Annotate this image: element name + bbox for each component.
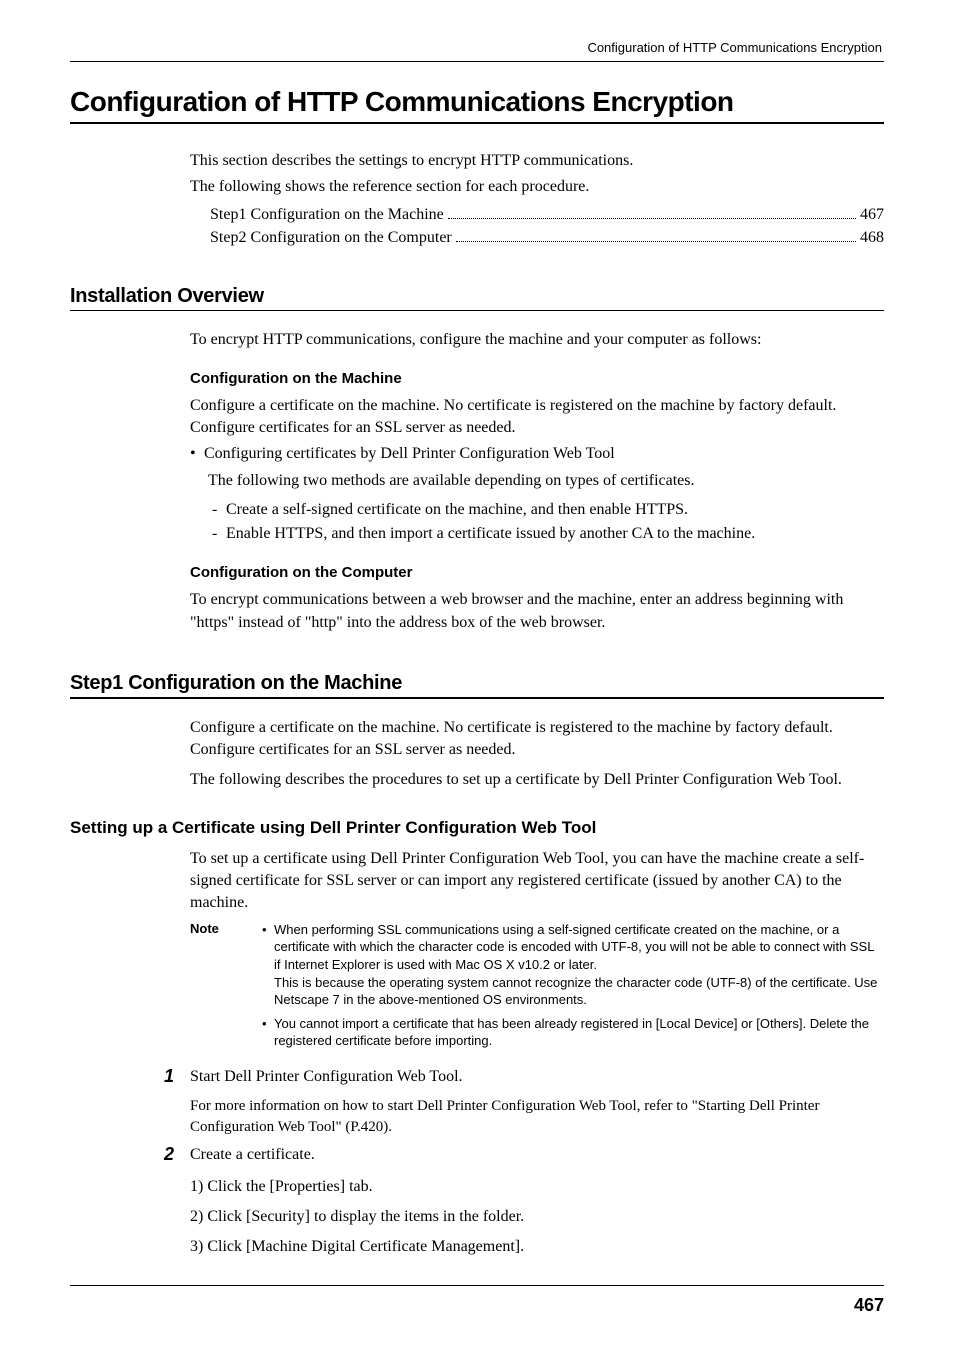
cert-p1: To set up a certificate using Dell Print…: [190, 848, 884, 915]
section-step1: Step1 Configuration on the Machine: [70, 672, 884, 695]
step1-p2: The following describes the procedures t…: [190, 769, 884, 791]
dash-list: Create a self-signed certificate on the …: [212, 498, 884, 546]
toc-leader: [456, 226, 856, 242]
note-body: When performing SSL communications using…: [262, 921, 884, 1056]
page-title: Configuration of HTTP Communications Enc…: [70, 86, 884, 118]
substep: 1) Click the [Properties] tab.: [190, 1174, 884, 1200]
h2-rule: [70, 310, 884, 312]
h1-rule: [70, 122, 884, 124]
toc-entry: Step2 Configuration on the Computer 468: [210, 226, 884, 247]
sub-lead: The following two methods are available …: [208, 470, 884, 492]
section-installation-overview: Installation Overview: [70, 285, 884, 308]
heading-config-computer: Configuration on the Computer: [190, 564, 884, 581]
dash-item: Create a self-signed certificate on the …: [212, 498, 884, 522]
intro-paragraph-2: The following shows the reference sectio…: [190, 176, 884, 198]
dash-item: Enable HTTPS, and then import a certific…: [212, 522, 884, 546]
note-block: Note When performing SSL communications …: [190, 921, 884, 1056]
step-number: 1: [164, 1066, 190, 1087]
toc-page: 467: [860, 206, 884, 224]
substep: 2) Click [Security] to display the items…: [190, 1204, 884, 1230]
toc-label: Step1 Configuration on the Machine: [210, 206, 444, 224]
heading-config-machine: Configuration on the Machine: [190, 370, 884, 387]
note-label: Note: [190, 921, 262, 1056]
bottom-rule: [70, 1285, 884, 1286]
h2-rule: [70, 697, 884, 699]
step-text: Start Dell Printer Configuration Web Too…: [190, 1066, 463, 1088]
bullet-item: Configuring certificates by Dell Printer…: [190, 443, 884, 465]
substep: 3) Click [Machine Digital Certificate Ma…: [190, 1234, 884, 1260]
step-number: 2: [164, 1144, 190, 1165]
note-item: You cannot import a certificate that has…: [262, 1015, 884, 1050]
running-header: Configuration of HTTP Communications Enc…: [70, 40, 884, 55]
heading-setting-up-cert: Setting up a Certificate using Dell Prin…: [70, 818, 884, 838]
step-after-text: For more information on how to start Del…: [190, 1096, 884, 1138]
config-machine-p1: Configure a certificate on the machine. …: [190, 395, 884, 440]
toc-label: Step2 Configuration on the Computer: [210, 229, 452, 247]
toc-page: 468: [860, 229, 884, 247]
intro-paragraph-1: This section describes the settings to e…: [190, 150, 884, 172]
step-text: Create a certificate.: [190, 1144, 315, 1166]
step-row: 1 Start Dell Printer Configuration Web T…: [164, 1066, 884, 1088]
step1-p1: Configure a certificate on the machine. …: [190, 717, 884, 762]
step-row: 2 Create a certificate.: [164, 1144, 884, 1166]
toc-entry: Step1 Configuration on the Machine 467: [210, 203, 884, 224]
top-rule: [70, 61, 884, 62]
page-number: 467: [854, 1295, 884, 1316]
bullet-list: Configuring certificates by Dell Printer…: [190, 443, 884, 465]
note-item: When performing SSL communications using…: [262, 921, 884, 1009]
config-computer-p1: To encrypt communications between a web …: [190, 589, 884, 634]
installation-lead: To encrypt HTTP communications, configur…: [190, 329, 884, 351]
toc-leader: [448, 203, 856, 219]
